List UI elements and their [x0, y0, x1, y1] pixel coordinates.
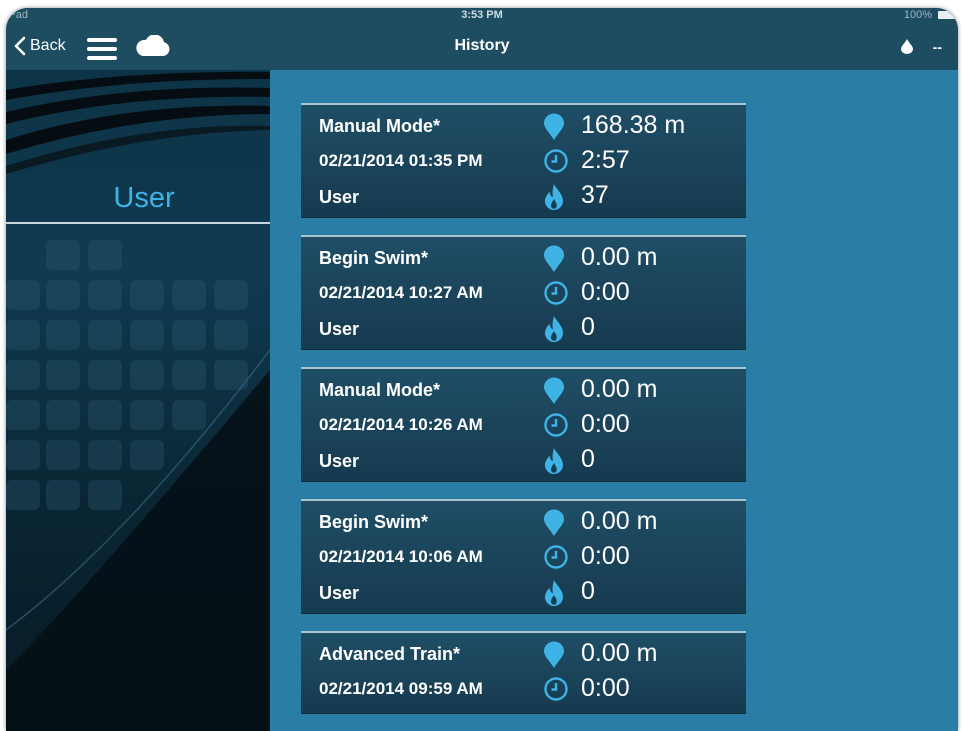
- entry-mode: Advanced Train*: [319, 644, 461, 664]
- entry-datetime: 02/21/2014 10:27 AM: [319, 283, 483, 302]
- entry-datetime: 02/21/2014 01:35 PM: [319, 151, 483, 170]
- entry-mode: Begin Swim*: [319, 512, 429, 532]
- entry-calories: 0: [581, 445, 595, 473]
- droplet-icon[interactable]: [900, 38, 914, 54]
- map-pin-icon: [544, 509, 564, 536]
- entry-duration: 0:00: [581, 278, 630, 306]
- history-entry[interactable]: Manual Mode* 02/21/2014 10:26 AM User 0.…: [301, 367, 746, 482]
- decorative-swoosh: [6, 349, 270, 731]
- navigation-bar: Back History --: [6, 22, 958, 70]
- entry-distance: 168.38 m: [581, 111, 686, 139]
- entry-mode: Manual Mode*: [319, 116, 441, 136]
- sidebar: User: [6, 70, 270, 731]
- battery-icon: [938, 11, 956, 19]
- entry-distance: 0.00 m: [581, 639, 658, 667]
- entry-datetime: 02/21/2014 09:59 AM: [319, 679, 483, 698]
- entry-duration: 2:57: [581, 146, 630, 174]
- entry-mode: Begin Swim*: [319, 248, 429, 268]
- entry-calories: 37: [581, 181, 609, 209]
- ipad-screen: iPad 3:53 PM 100% Back History -- User M…: [6, 8, 958, 731]
- map-pin-icon: [544, 377, 564, 404]
- entry-mode: Manual Mode*: [319, 380, 441, 400]
- clock-icon: [544, 545, 568, 569]
- history-entry[interactable]: Advanced Train* 02/21/2014 09:59 AM 0.00…: [301, 631, 746, 714]
- divider: [6, 222, 270, 224]
- map-pin-icon: [544, 245, 564, 272]
- clock-icon: [544, 413, 568, 437]
- entry-calories: 0: [581, 577, 595, 605]
- flame-icon: [545, 184, 563, 210]
- entry-datetime: 02/21/2014 10:26 AM: [319, 415, 483, 434]
- entry-user: User: [319, 583, 360, 603]
- entry-distance: 0.00 m: [581, 507, 658, 535]
- flame-icon: [545, 448, 563, 474]
- entry-distance: 0.00 m: [581, 375, 658, 403]
- history-entry[interactable]: Manual Mode* 02/21/2014 01:35 PM User 16…: [301, 103, 746, 218]
- entry-user: User: [319, 319, 360, 339]
- entry-user: User: [319, 451, 360, 471]
- entry-calories: 0: [581, 313, 595, 341]
- clock-icon: [544, 149, 568, 173]
- clock-icon: [544, 281, 568, 305]
- entry-duration: 0:00: [581, 542, 630, 570]
- flame-icon: [545, 316, 563, 342]
- nav-value: --: [932, 39, 942, 55]
- status-bar: iPad 3:53 PM 100%: [6, 8, 958, 22]
- status-time: 3:53 PM: [461, 9, 503, 21]
- map-pin-icon: [544, 641, 564, 668]
- entry-duration: 0:00: [581, 410, 630, 438]
- entry-datetime: 02/21/2014 10:06 AM: [319, 547, 483, 566]
- battery-percent: 100%: [903, 9, 932, 21]
- flame-icon: [545, 580, 563, 606]
- history-entry[interactable]: Begin Swim* 02/21/2014 10:27 AM User 0.0…: [301, 235, 746, 350]
- entry-duration: 0:00: [581, 674, 630, 702]
- page-title: History: [454, 37, 510, 54]
- entry-distance: 0.00 m: [581, 243, 658, 271]
- history-entry[interactable]: Begin Swim* 02/21/2014 10:06 AM User 0.0…: [301, 499, 746, 614]
- sidebar-user-label[interactable]: User: [6, 182, 270, 215]
- clock-icon: [544, 677, 568, 701]
- map-pin-icon: [544, 113, 564, 140]
- entry-user: User: [319, 187, 360, 207]
